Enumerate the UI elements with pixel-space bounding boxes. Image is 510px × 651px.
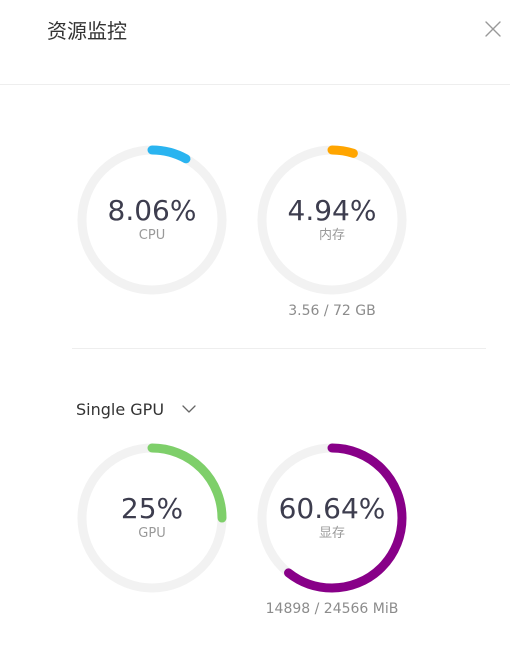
cpu-percent: 8.06% bbox=[107, 194, 197, 227]
resource-monitor-panel: 资源监控 8.06% CPU 4.94% 内存 3.56 / 72 GB Sin… bbox=[0, 0, 510, 651]
vram-usage-gauge: 60.64% 显存 bbox=[256, 442, 408, 594]
panel-title: 资源监控 bbox=[47, 19, 127, 43]
gpu-label: GPU bbox=[138, 526, 166, 541]
cpu-usage-gauge: 8.06% CPU bbox=[76, 144, 228, 296]
memory-usage-text: 3.56 / 72 GB bbox=[288, 303, 376, 319]
close-icon[interactable] bbox=[484, 20, 502, 38]
panel-header: 资源监控 bbox=[0, 0, 510, 85]
chevron-down-icon bbox=[182, 405, 196, 413]
memory-usage-gauge: 4.94% 内存 bbox=[256, 144, 408, 296]
gpu-selector-dropdown[interactable]: Single GPU bbox=[76, 398, 196, 420]
memory-label: 内存 bbox=[318, 228, 345, 243]
vram-usage-text: 14898 / 24566 MiB bbox=[265, 601, 399, 617]
gpu-selector-value: Single GPU bbox=[76, 399, 165, 419]
vram-percent: 60.64% bbox=[278, 492, 386, 525]
memory-percent: 4.94% bbox=[287, 194, 377, 227]
section-divider bbox=[72, 348, 486, 349]
vram-label: 显存 bbox=[318, 526, 345, 541]
gpu-usage-gauge: 25% GPU bbox=[76, 442, 228, 594]
gpu-percent: 25% bbox=[120, 492, 184, 525]
cpu-label: CPU bbox=[138, 228, 166, 243]
